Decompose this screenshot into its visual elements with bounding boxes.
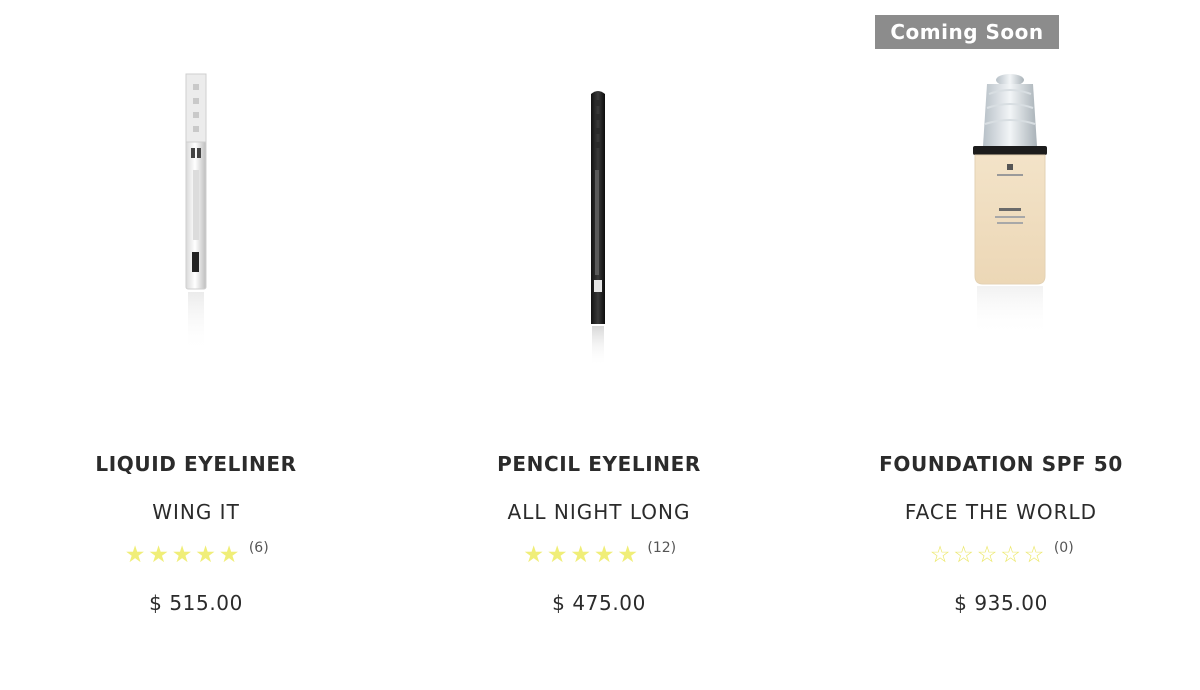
star-icon: ★	[124, 542, 146, 568]
star-rating: ★ ★ ★ ★ ★	[522, 542, 640, 568]
foundation-bottle-icon	[973, 74, 1047, 336]
star-icon: ★	[617, 542, 638, 568]
product-image-liquid-eyeliner[interactable]	[0, 60, 400, 390]
star-icon: ★	[171, 542, 193, 568]
product-subtitle: WING IT	[152, 500, 240, 524]
product-subtitle: FACE THE WORLD	[904, 500, 1098, 524]
product-card-foundation[interactable]: Coming Soon FOUNDATION SPF 50 FACE THE W…	[800, 0, 1200, 690]
product-title[interactable]: LIQUID EYELINER	[0, 452, 392, 476]
product-price: $ 515.00	[149, 591, 243, 615]
star-outline-icon: ☆	[1023, 542, 1045, 568]
star-rating: ★ ★ ★ ★ ★	[123, 542, 241, 568]
product-card-liquid-eyeliner[interactable]: LIQUID EYELINER WING IT ★ ★ ★ ★ ★ (6) $ 515.…	[0, 0, 400, 690]
star-outline-icon: ☆	[953, 542, 974, 568]
product-price: $ 935.00	[954, 591, 1048, 615]
product-subtitle: ALL NIGHT LONG	[507, 500, 691, 524]
star-icon: ★	[195, 542, 216, 568]
product-rating[interactable]: ★ ★ ★ ★ ★ (12)	[400, 540, 798, 570]
star-outline-icon: ☆	[929, 542, 951, 568]
star-icon: ★	[218, 542, 240, 568]
review-count[interactable]: (12)	[647, 540, 676, 556]
star-icon: ★	[593, 542, 615, 568]
star-icon: ★	[570, 542, 591, 568]
product-title[interactable]: PENCIL EYELINER	[400, 452, 798, 476]
product-image-foundation[interactable]	[800, 60, 1200, 390]
product-card-pencil-eyeliner[interactable]: PENCIL EYELINER ALL NIGHT LONG ★ ★ ★ ★ ★ (12…	[400, 0, 800, 690]
star-icon: ★	[523, 542, 544, 568]
star-icon: ★	[546, 542, 568, 568]
star-icon: ★	[148, 542, 169, 568]
product-title[interactable]: FOUNDATION SPF 50	[800, 452, 1200, 476]
liquid-eyeliner-pen-icon	[185, 73, 207, 352]
product-image-pencil-eyeliner[interactable]	[400, 60, 800, 390]
star-rating: ☆ ☆ ☆ ☆ ☆	[928, 542, 1046, 568]
coming-soon-badge: Coming Soon	[875, 15, 1059, 49]
review-count[interactable]: (6)	[249, 540, 269, 556]
product-price: $ 475.00	[552, 591, 646, 615]
pencil-eyeliner-icon	[591, 91, 605, 366]
star-outline-icon: ☆	[976, 542, 998, 568]
product-rating[interactable]: ★ ★ ★ ★ ★ (6)	[0, 540, 392, 570]
product-grid: LIQUID EYELINER WING IT ★ ★ ★ ★ ★ (6) $ 515.…	[0, 0, 1200, 690]
product-rating[interactable]: ☆ ☆ ☆ ☆ ☆ (0)	[800, 540, 1200, 570]
star-outline-icon: ☆	[1000, 542, 1021, 568]
review-count[interactable]: (0)	[1054, 540, 1074, 556]
